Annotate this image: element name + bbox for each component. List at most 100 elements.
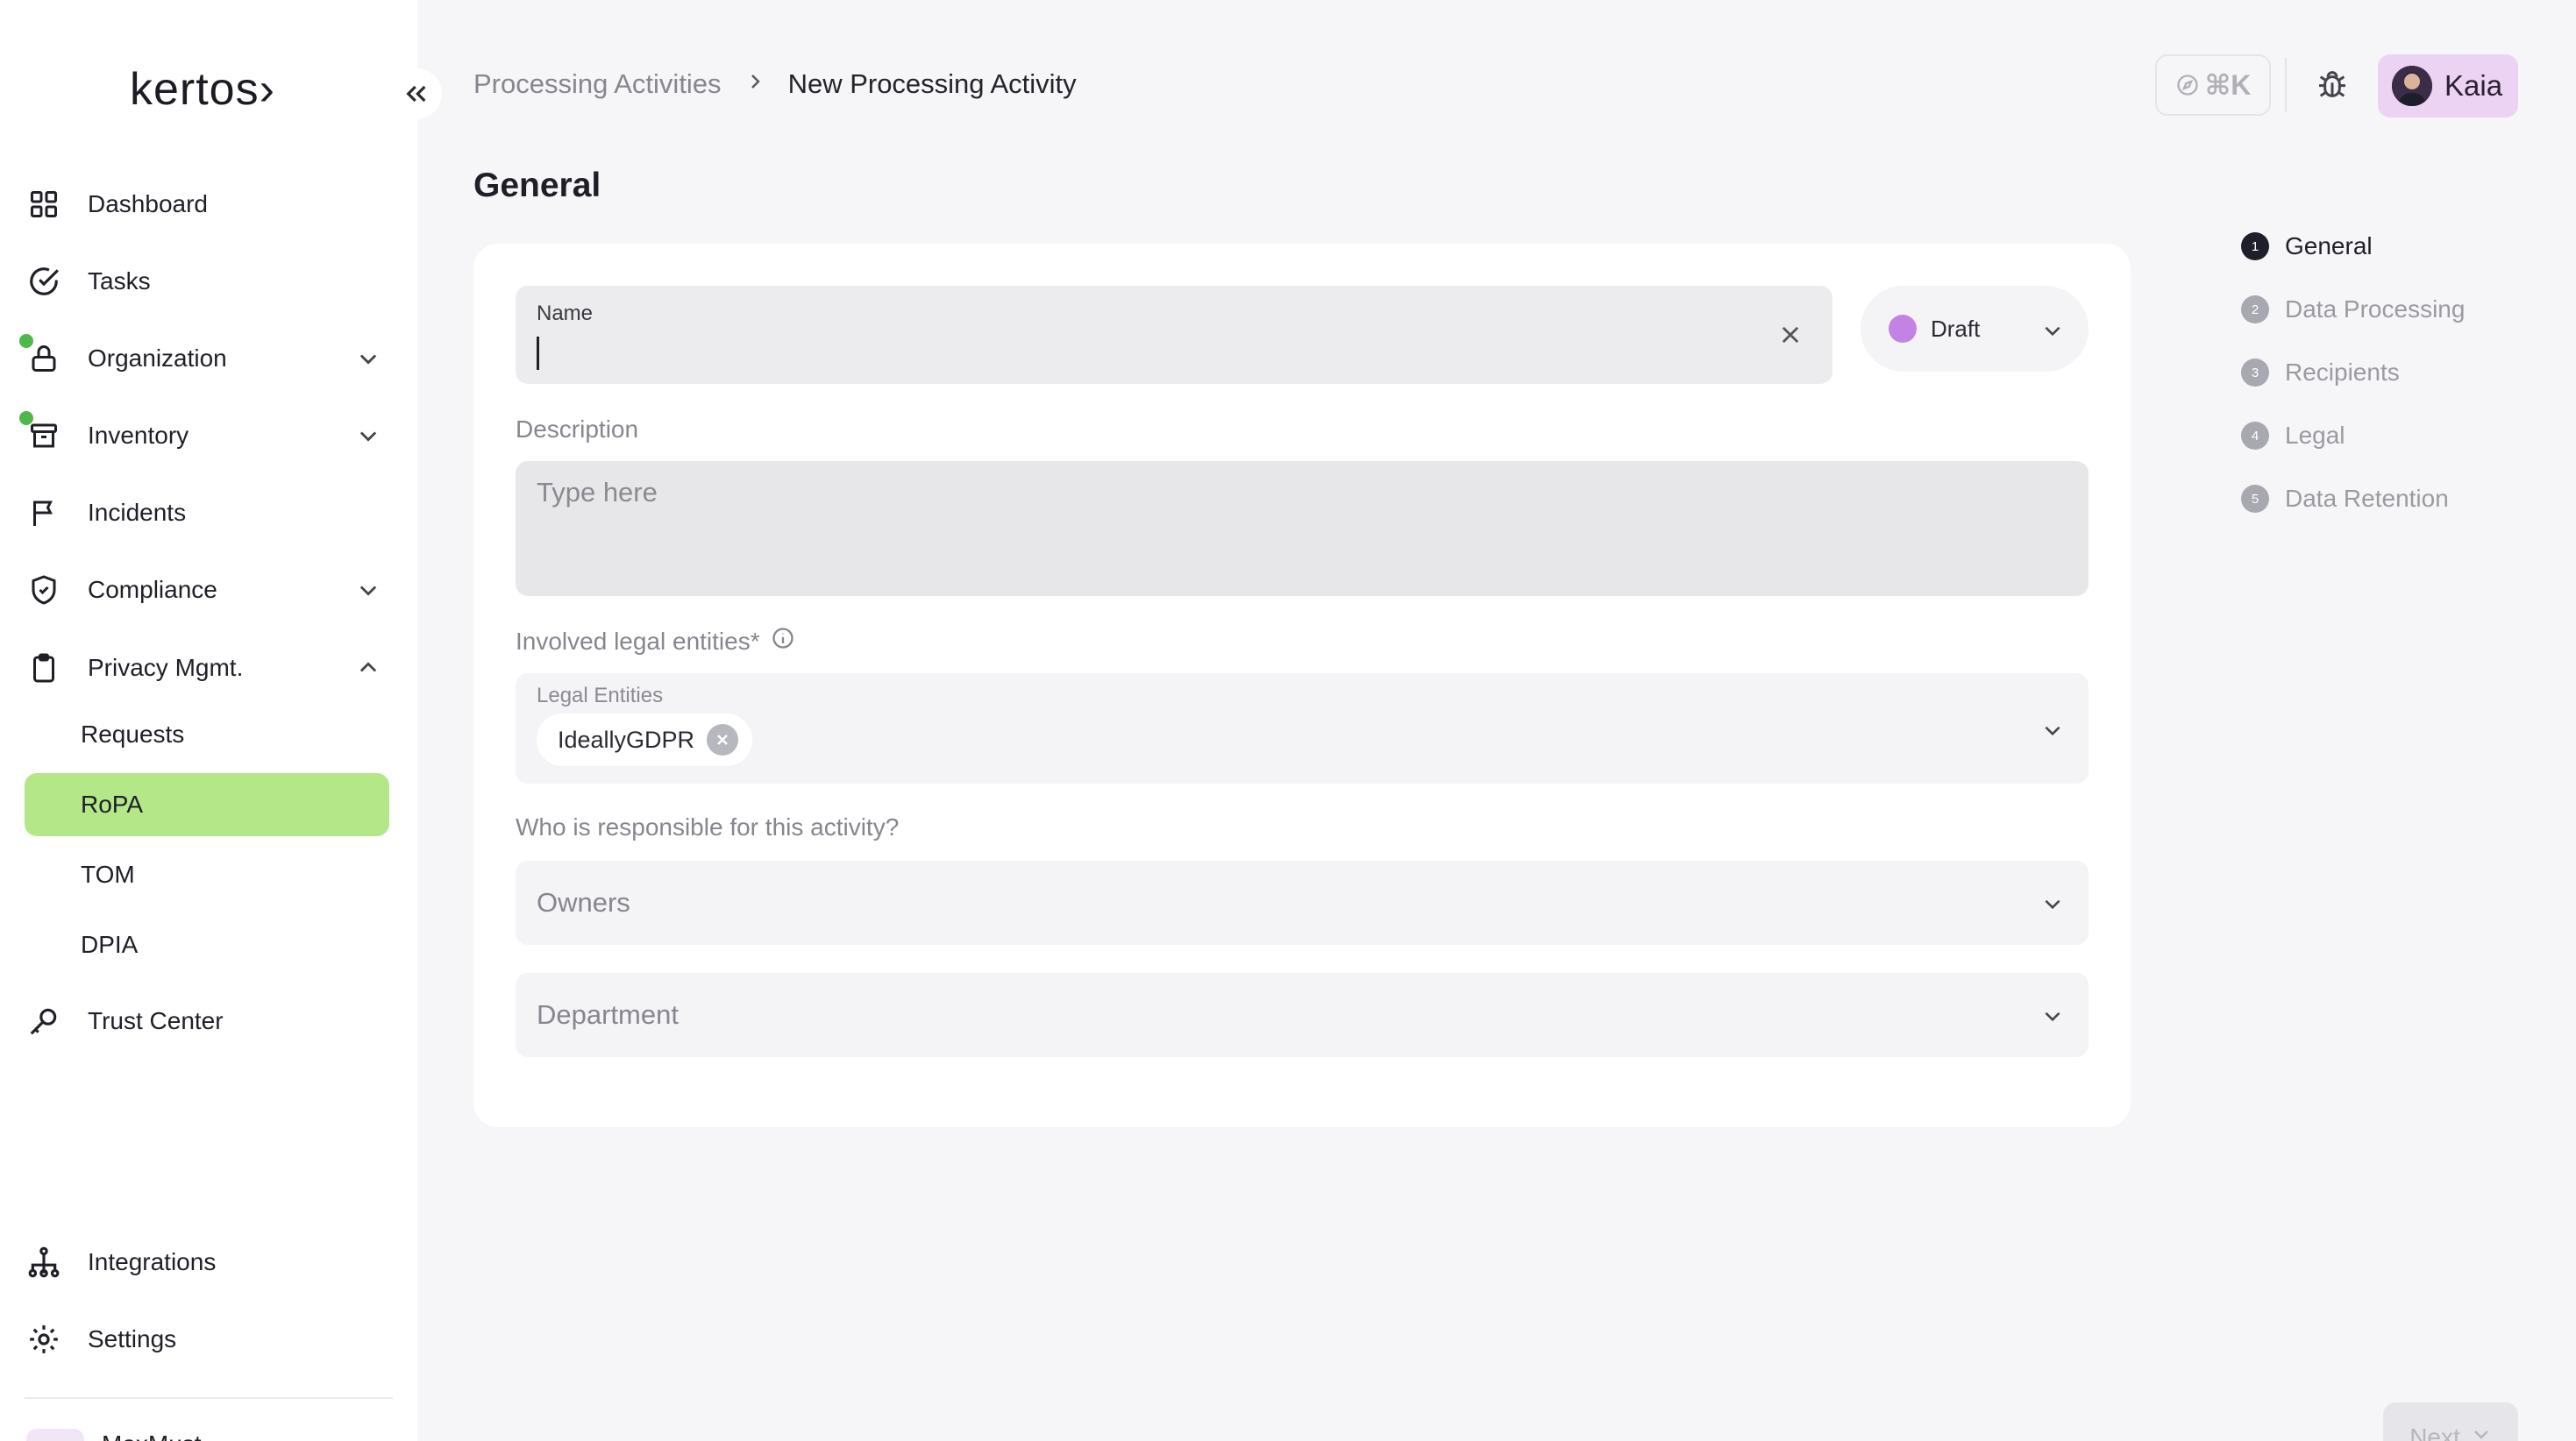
lock-icon	[19, 334, 63, 378]
chip-label: IdeallyGDPR	[558, 726, 695, 753]
breadcrumb: Processing Activities New Processing Act…	[473, 68, 1077, 100]
clear-icon[interactable]	[1773, 317, 1808, 352]
shortcut-label: ⌘K	[2204, 69, 2252, 101]
step-recipients[interactable]: 3 Recipients	[2241, 358, 2400, 387]
legal-entities-question: Involved legal entities*	[516, 626, 795, 657]
description-label: Description	[516, 415, 638, 444]
description-textarea[interactable]: Type here	[516, 461, 2089, 596]
chevron-down-icon	[356, 346, 381, 377]
next-button[interactable]: Next	[2383, 1402, 2518, 1441]
sidebar-item-label: Inventory	[88, 422, 189, 449]
owners-placeholder: Owners	[537, 887, 630, 918]
chevron-down-icon	[2041, 319, 2064, 348]
sidebar-item-integrations[interactable]: Integrations	[25, 1231, 389, 1294]
sidebar-item-label: Settings	[88, 1325, 177, 1352]
sidebar-item-label: Dashboard	[88, 190, 208, 217]
legal-entity-chip: IdeallyGDPR	[537, 713, 753, 766]
command-palette-button[interactable]: ⌘K	[2155, 54, 2271, 116]
sidebar-divider	[25, 1397, 393, 1399]
name-field[interactable]: Name	[516, 286, 1832, 384]
sidebar-item-organization[interactable]: Organization	[19, 327, 389, 390]
step-number: 5	[2241, 485, 2269, 513]
sidebar-item-label: Tasks	[88, 267, 151, 295]
breadcrumb-processing-activities[interactable]: Processing Activities	[473, 68, 722, 100]
chevron-down-icon	[2041, 719, 2064, 746]
network-icon	[25, 1243, 63, 1281]
sidebar-item-compliance[interactable]: Compliance	[25, 558, 389, 621]
bug-icon	[2319, 71, 2345, 97]
chevron-down-icon	[2473, 1430, 2488, 1439]
step-number: 4	[2241, 422, 2269, 450]
sidebar-item-label: Compliance	[88, 576, 217, 603]
step-legal[interactable]: 4 Legal	[2241, 422, 2345, 450]
step-data-processing[interactable]: 2 Data Processing	[2241, 295, 2465, 323]
notification-dot	[19, 411, 33, 425]
sidebar-item-label: Incidents	[88, 499, 187, 526]
chevron-down-icon	[356, 578, 381, 608]
info-icon[interactable]	[771, 626, 795, 657]
sidebar-item-trust-center[interactable]: Trust Center	[25, 990, 389, 1053]
step-number: 3	[2241, 358, 2269, 387]
sidebar-subitem-requests[interactable]: Requests	[25, 703, 389, 766]
description-placeholder: Type here	[537, 477, 658, 508]
chevron-right-icon	[744, 70, 765, 98]
check-circle-icon	[25, 262, 63, 301]
legal-entities-select[interactable]: Legal Entities IdeallyGDPR	[516, 673, 2089, 784]
step-label: Data Retention	[2285, 485, 2449, 512]
header-divider	[2285, 58, 2287, 112]
step-label: Data Processing	[2285, 295, 2466, 323]
sidebar-subitem-ropa[interactable]: RoPA	[25, 773, 389, 836]
chevron-up-icon	[356, 656, 381, 686]
chevron-down-icon	[356, 423, 381, 454]
workspace-avatar[interactable]	[26, 1429, 84, 1441]
sidebar-item-settings[interactable]: Settings	[25, 1308, 389, 1371]
chevron-down-icon	[2041, 892, 2064, 919]
department-placeholder: Department	[537, 999, 679, 1030]
name-field-label: Name	[537, 302, 594, 325]
sidebar-item-label: Organization	[88, 344, 227, 372]
department-select[interactable]: Department	[516, 973, 2089, 1057]
double-chevron-left-icon	[406, 85, 426, 103]
responsible-question-text: Who is responsible for this activity?	[516, 813, 900, 841]
legal-entities-question-text: Involved legal entities*	[516, 627, 760, 655]
step-general[interactable]: 1 General	[2241, 232, 2373, 260]
user-menu-button[interactable]: Kaia	[2378, 54, 2518, 117]
kertos-logo[interactable]: kertos›	[130, 63, 275, 116]
shield-check-icon	[25, 571, 63, 609]
status-value: Draft	[1931, 315, 1981, 342]
next-label: Next	[2409, 1423, 2460, 1441]
step-label: General	[2285, 232, 2373, 259]
sidebar-item-dashboard[interactable]: Dashboard	[25, 173, 389, 236]
section-title: General	[473, 167, 601, 204]
archive-icon	[19, 411, 63, 455]
sidebar-subitem-tom[interactable]: TOM	[25, 843, 389, 906]
user-name: Kaia	[2444, 69, 2503, 102]
step-label: Legal	[2285, 422, 2345, 449]
sidebar-item-privacy-mgmt[interactable]: Privacy Mgmt.	[25, 636, 389, 699]
avatar	[2392, 66, 2432, 106]
collapse-sidebar-button[interactable]	[391, 68, 442, 119]
sidebar-item-label: Privacy Mgmt.	[88, 654, 244, 681]
sidebar-item-inventory[interactable]: Inventory	[19, 404, 389, 467]
owners-select[interactable]: Owners	[516, 861, 2089, 945]
description-label-text: Description	[516, 415, 639, 443]
sidebar: kertos› Dashboard Tasks Organization Inv…	[0, 0, 417, 1441]
flag-icon	[25, 493, 63, 532]
bug-report-button[interactable]	[2308, 60, 2357, 109]
sidebar-item-incidents[interactable]: Incidents	[25, 481, 389, 544]
remove-chip-icon[interactable]	[707, 724, 739, 756]
clipboard-icon	[25, 649, 63, 687]
status-select[interactable]: Draft	[1861, 286, 2089, 372]
workspace-name[interactable]: MaxMust	[102, 1430, 202, 1441]
status-dot	[1889, 315, 1917, 343]
gear-icon	[25, 1320, 63, 1359]
general-form-card: Name Draft Description Type here Involve…	[473, 244, 2131, 1127]
step-data-retention[interactable]: 5 Data Retention	[2241, 485, 2449, 513]
breadcrumb-current: New Processing Activity	[787, 68, 1077, 99]
sidebar-subitem-dpia[interactable]: DPIA	[25, 913, 389, 976]
compass-icon	[2176, 75, 2198, 96]
step-number: 2	[2241, 295, 2269, 323]
sidebar-item-tasks[interactable]: Tasks	[25, 250, 389, 313]
sidebar-item-label: Trust Center	[88, 1007, 224, 1034]
step-label: Recipients	[2285, 358, 2400, 386]
